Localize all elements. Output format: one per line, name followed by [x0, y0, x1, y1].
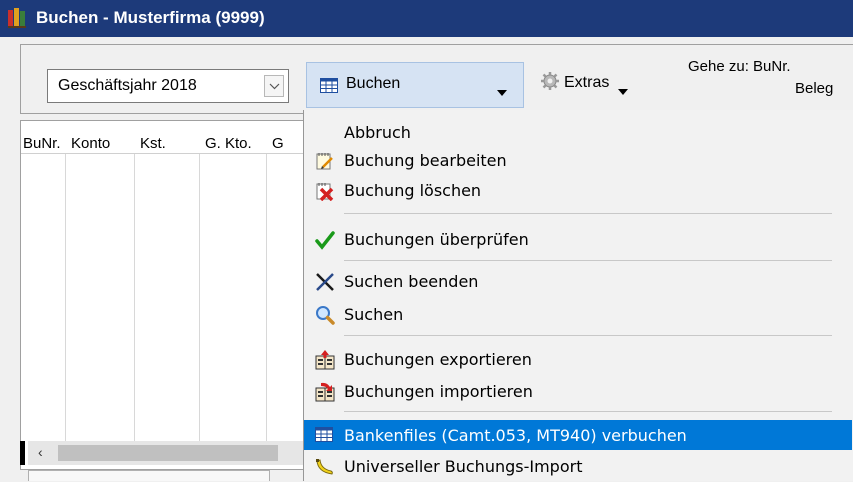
menu-item-label: Buchungen überprüfen [344, 230, 529, 249]
bookings-grid[interactable]: BuNr. Konto Kst. G. Kto. G [20, 120, 321, 470]
delete-x-icon [315, 181, 335, 202]
menu-item-label: Abbruch [344, 123, 411, 142]
gear-icon [540, 71, 560, 96]
menu-item-buchung-loeschen[interactable]: Buchung löschen [304, 176, 852, 204]
dropdown-button[interactable] [264, 75, 284, 97]
menu-item-label: Buchung löschen [344, 181, 482, 200]
extras-label: Extras [564, 74, 610, 91]
bottom-input-field[interactable] [28, 470, 270, 481]
column-header-kst[interactable]: Kst. [140, 135, 166, 152]
column-header-bunr[interactable]: BuNr. [23, 135, 61, 152]
menu-item-label: Suchen beenden [344, 272, 479, 291]
column-header-gkto[interactable]: G. Kto. [205, 135, 252, 152]
menu-item-label: Suchen [344, 305, 404, 324]
menu-separator [344, 260, 832, 261]
caret-down-icon [497, 83, 507, 101]
cross-icon [315, 272, 335, 292]
menu-item-suchen[interactable]: Suchen [304, 300, 852, 328]
table-icon [315, 427, 335, 447]
goto-beleg-label: Beleg [795, 80, 834, 97]
menu-item-buchungen-exportieren[interactable]: Buchungen exportieren [304, 345, 852, 373]
fiscal-year-value: Geschäftsjahr 2018 [58, 77, 197, 94]
title-bar: Buchen - Musterfirma (9999) [0, 0, 853, 37]
scrollbar-thumb[interactable] [58, 445, 278, 461]
menu-separator [344, 411, 832, 412]
menu-item-label: Bankenfiles (Camt.053, MT940) verbuchen [344, 426, 687, 445]
window-title: Buchen - Musterfirma (9999) [36, 8, 265, 27]
table-icon [320, 78, 338, 98]
caret-down-icon [618, 82, 628, 100]
menu-item-universeller-import[interactable]: Universeller Buchungs-Import [304, 452, 852, 480]
banana-icon [315, 457, 335, 477]
import-icon [315, 382, 335, 402]
chevron-down-icon [269, 83, 280, 90]
menu-item-abbruch[interactable]: Abbruch [304, 118, 852, 146]
scroll-marker [20, 441, 25, 465]
menu-item-bankenfiles-verbuchen[interactable]: Bankenfiles (Camt.053, MT940) verbuchen [304, 420, 852, 450]
column-divider [266, 154, 267, 444]
horizontal-scrollbar[interactable]: ‹ [28, 441, 313, 465]
checkmark-icon [315, 230, 335, 250]
export-icon [315, 350, 335, 370]
goto-bunr-label: Gehe zu: BuNr. [688, 58, 791, 75]
menu-separator [344, 213, 832, 214]
scroll-left-icon[interactable]: ‹ [38, 444, 43, 460]
books-app-icon [6, 6, 30, 30]
menu-separator [344, 335, 832, 336]
column-divider [199, 154, 200, 444]
fiscal-year-select[interactable]: Geschäftsjahr 2018 [47, 69, 289, 103]
notepad-edit-icon [315, 151, 335, 171]
buchen-label: Buchen [346, 75, 401, 92]
column-divider [134, 154, 135, 444]
column-header-konto[interactable]: Konto [71, 135, 110, 152]
menu-item-buchungen-ueberpruefen[interactable]: Buchungen überprüfen [304, 225, 852, 253]
menu-item-label: Buchung bearbeiten [344, 151, 507, 170]
menu-item-label: Buchungen importieren [344, 382, 533, 401]
column-divider [65, 154, 66, 444]
menu-item-buchungen-importieren[interactable]: Buchungen importieren [304, 377, 852, 405]
menu-item-label: Universeller Buchungs-Import [344, 457, 583, 476]
column-header-g[interactable]: G [272, 135, 284, 152]
menu-item-suchen-beenden[interactable]: Suchen beenden [304, 267, 852, 295]
buchen-dropdown-menu: Abbruch Buchung bearbeiten Buchung lösch [303, 110, 853, 481]
buchen-menu-button[interactable]: Buchen [306, 62, 524, 108]
menu-item-buchung-bearbeiten[interactable]: Buchung bearbeiten [304, 146, 852, 174]
header-divider [21, 153, 321, 154]
magnifier-icon [315, 305, 335, 325]
menu-item-label: Buchungen exportieren [344, 350, 532, 369]
